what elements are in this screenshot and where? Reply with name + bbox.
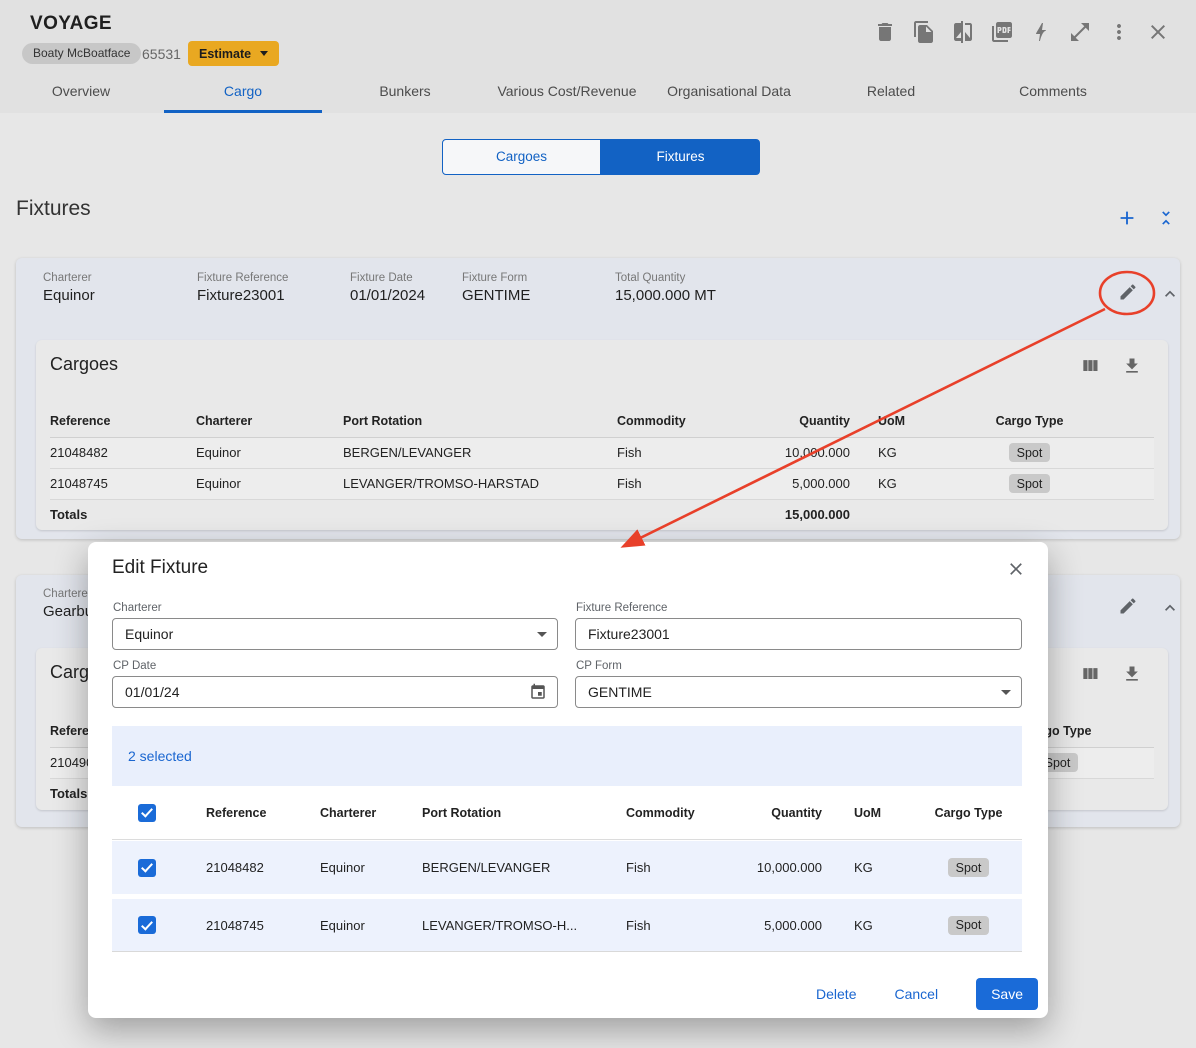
- compare-icon[interactable]: [951, 20, 975, 44]
- toggle-fixtures[interactable]: Fixtures: [601, 139, 760, 175]
- tab-organisational-data[interactable]: Organisational Data: [648, 72, 810, 113]
- page-title: VOYAGE: [30, 13, 112, 35]
- charterer-field-label: Charterer: [113, 602, 162, 614]
- estimate-status-label: Estimate: [199, 47, 251, 61]
- expand-icon[interactable]: [1068, 20, 1092, 44]
- cargoes-subcard-1: Cargoes Reference Charterer Port Rotatio…: [36, 340, 1168, 530]
- download-icon[interactable]: [1122, 356, 1142, 376]
- close-icon[interactable]: [1146, 20, 1170, 44]
- delete-button[interactable]: Delete: [816, 986, 856, 1002]
- modal-table-header-row: Reference Charterer Port Rotation Commod…: [112, 786, 1022, 840]
- table-header-row: Reference Charterer Port Rotation Commod…: [50, 405, 1154, 437]
- modal-close-icon[interactable]: [1006, 559, 1026, 579]
- cargo-type-badge: Spot: [1009, 474, 1051, 493]
- table-row[interactable]: 21048482 Equinor BERGEN/LEVANGER Fish 10…: [50, 437, 1154, 468]
- collapse-all-icon[interactable]: [1156, 208, 1176, 228]
- fixture-reference-field-label: Fixture Reference: [576, 602, 667, 614]
- fixtures-section-title: Fixtures: [16, 197, 91, 221]
- cargoes-fixtures-toggle: Cargoes Fixtures: [442, 139, 760, 175]
- totals-row: Totals 15,000.000: [50, 499, 1154, 530]
- table-row[interactable]: 21048745 Equinor LEVANGER/TROMSO-HARSTAD…: [50, 468, 1154, 499]
- fixture-field-date: Fixture Date 01/01/2024: [350, 272, 425, 304]
- edit-fixture-pencil-icon[interactable]: [1118, 596, 1138, 616]
- active-tab-indicator: [164, 110, 322, 113]
- copy-icon[interactable]: [912, 20, 936, 44]
- cargo-type-badge: Spot: [948, 916, 990, 935]
- cargoes-table-1: Reference Charterer Port Rotation Commod…: [50, 405, 1154, 530]
- modal-table-row[interactable]: 21048745 Equinor LEVANGER/TROMSO-H... Fi…: [112, 899, 1022, 952]
- voyage-header: VOYAGE Boaty McBoatface 65531 Estimate O…: [0, 0, 1196, 113]
- selection-summary-bar: 2 selected: [112, 726, 1022, 786]
- save-button[interactable]: Save: [976, 978, 1038, 1010]
- fixture-card-1: Charterer Equinor Fixture Reference Fixt…: [16, 258, 1180, 539]
- dropdown-arrow-icon: [1001, 690, 1011, 695]
- estimate-status-button[interactable]: Estimate: [188, 41, 279, 66]
- select-all-checkbox[interactable]: [138, 804, 156, 822]
- tab-various-cost-revenue[interactable]: Various Cost/Revenue: [486, 72, 648, 113]
- fixture-field-charterer: Charterer Equinor: [43, 272, 95, 304]
- cp-form-field-label: CP Form: [576, 660, 622, 672]
- vessel-badge: Boaty McBoatface: [22, 43, 141, 64]
- cp-date-input[interactable]: 01/01/24: [112, 676, 558, 708]
- columns-icon[interactable]: [1080, 356, 1100, 376]
- chevron-up-icon[interactable]: [1160, 598, 1180, 618]
- bolt-icon[interactable]: [1029, 20, 1053, 44]
- modal-title: Edit Fixture: [112, 557, 208, 579]
- fixture-reference-input[interactable]: Fixture23001: [575, 618, 1022, 650]
- fixture-field-reference: Fixture Reference Fixture23001: [197, 272, 288, 304]
- edit-fixture-modal: Edit Fixture Charterer Equinor Fixture R…: [88, 542, 1048, 1018]
- selection-count: 2 selected: [128, 748, 192, 764]
- modal-table-row[interactable]: 21048482 Equinor BERGEN/LEVANGER Fish 10…: [112, 841, 1022, 894]
- header-action-icons: [873, 20, 1170, 44]
- columns-icon[interactable]: [1080, 664, 1100, 684]
- tab-comments[interactable]: Comments: [972, 72, 1134, 113]
- tab-bar: Overview Cargo Bunkers Various Cost/Reve…: [0, 72, 1134, 113]
- cp-date-field-label: CP Date: [113, 660, 156, 672]
- cargoes-title: Cargoes: [50, 354, 118, 375]
- cargo-type-badge: Spot: [1009, 443, 1051, 462]
- cancel-button[interactable]: Cancel: [894, 986, 938, 1002]
- delete-icon[interactable]: [873, 20, 897, 44]
- tab-bunkers[interactable]: Bunkers: [324, 72, 486, 113]
- pdf-icon[interactable]: [990, 20, 1014, 44]
- more-menu-icon[interactable]: [1107, 20, 1131, 44]
- download-icon[interactable]: [1122, 664, 1142, 684]
- add-fixture-icon[interactable]: [1116, 207, 1138, 229]
- tab-overview[interactable]: Overview: [0, 72, 162, 113]
- toggle-cargoes[interactable]: Cargoes: [442, 139, 601, 175]
- row-checkbox[interactable]: [138, 859, 156, 877]
- voyage-id: 65531: [142, 46, 181, 62]
- cp-form-select[interactable]: GENTIME: [575, 676, 1022, 708]
- calendar-icon[interactable]: [529, 683, 547, 701]
- charterer-select[interactable]: Equinor: [112, 618, 558, 650]
- modal-cargo-table: Reference Charterer Port Rotation Commod…: [112, 786, 1022, 952]
- tab-related[interactable]: Related: [810, 72, 972, 113]
- fixture-field-form: Fixture Form GENTIME: [462, 272, 530, 304]
- chevron-up-icon[interactable]: [1160, 284, 1180, 304]
- dropdown-arrow-icon: [537, 632, 547, 637]
- cargo-type-badge: Spot: [948, 858, 990, 877]
- tab-cargo[interactable]: Cargo: [162, 72, 324, 113]
- fixture-field-charterer: Charterer Gearbu: [43, 588, 93, 620]
- edit-fixture-pencil-icon[interactable]: [1118, 282, 1138, 302]
- caret-down-icon: [260, 51, 268, 56]
- fixture-field-total-quantity: Total Quantity 15,000.000 MT: [615, 272, 716, 304]
- row-checkbox[interactable]: [138, 916, 156, 934]
- modal-footer: Delete Cancel Save: [816, 978, 1038, 1010]
